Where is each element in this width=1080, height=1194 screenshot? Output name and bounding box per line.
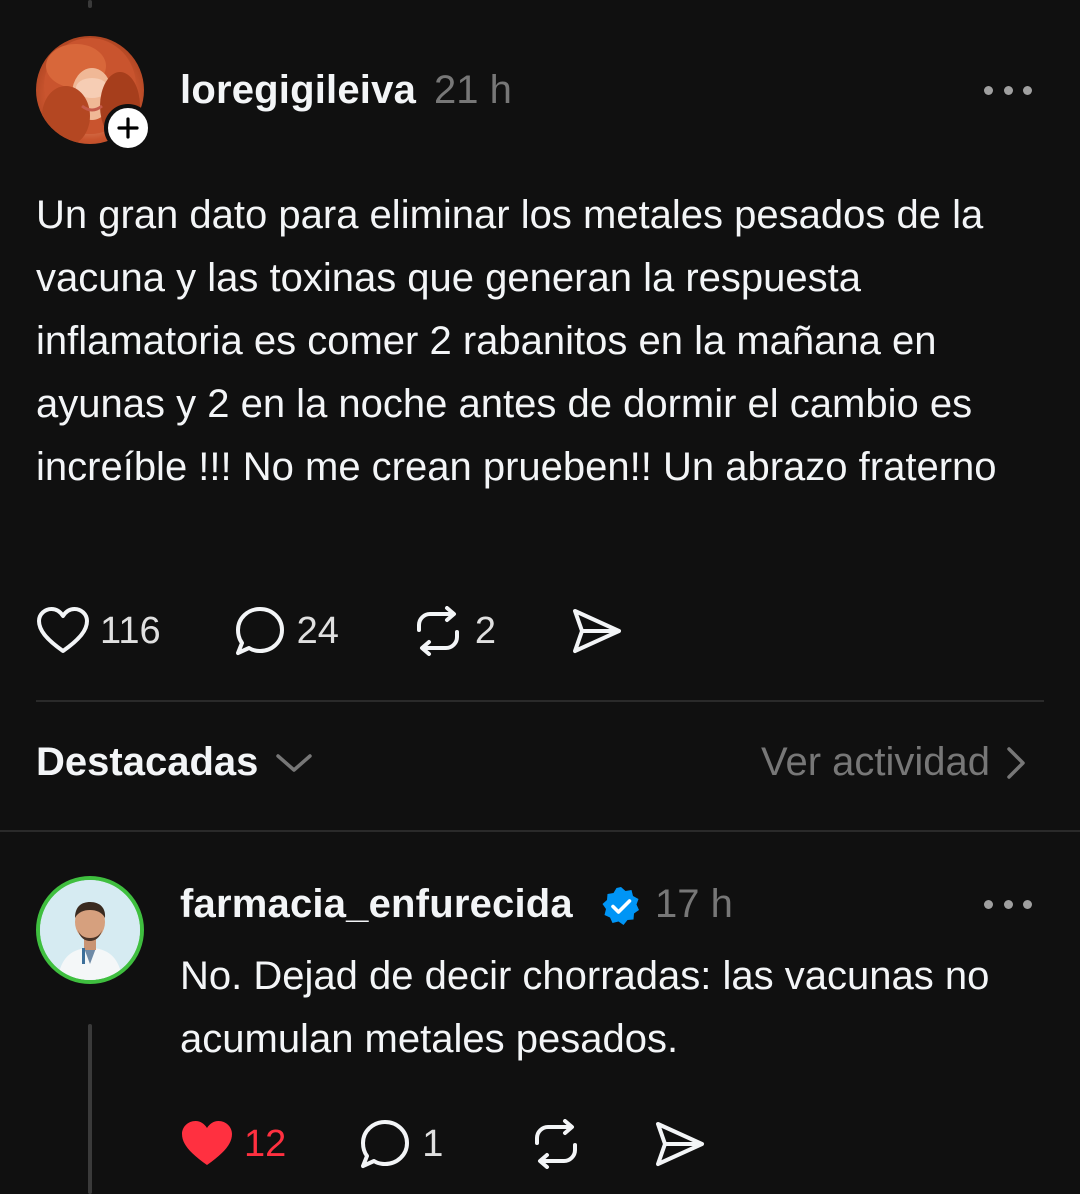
post-author-username[interactable]: loregigileiva — [180, 68, 416, 113]
thread-line — [88, 0, 92, 8]
comment-bubble-icon — [361, 1120, 410, 1168]
reply-body-text: No. Dejad de decir chorradas: las vacuna… — [180, 954, 990, 1061]
repost-icon — [535, 1119, 578, 1169]
like-count: 12 — [244, 1122, 287, 1165]
dot-icon — [1003, 899, 1013, 909]
send-icon — [656, 1122, 705, 1166]
dot-icon — [984, 85, 993, 95]
like-button[interactable]: 12 — [180, 1119, 286, 1169]
plus-icon — [117, 117, 139, 139]
dot-icon — [1023, 899, 1032, 909]
like-count: 116 — [100, 609, 161, 652]
divider — [0, 830, 1080, 832]
avatar-image — [40, 880, 140, 980]
reply-author-avatar[interactable] — [36, 876, 144, 984]
follow-button[interactable] — [104, 104, 152, 152]
share-button[interactable] — [653, 1119, 707, 1169]
verified-badge-icon — [602, 887, 639, 925]
heart-filled-icon — [182, 1121, 232, 1165]
comment-button[interactable]: 24 — [233, 604, 339, 658]
post-body-text: Un gran dato para eliminar los metales p… — [36, 193, 997, 489]
dot-icon — [1023, 85, 1032, 95]
reply-actions-bar: 12 1 — [180, 1117, 707, 1171]
chevron-down-icon — [276, 753, 313, 772]
chevron-right-icon — [1007, 746, 1025, 779]
heart-icon — [37, 607, 89, 653]
view-activity-label: Ver actividad — [760, 740, 990, 784]
sort-replies-dropdown[interactable]: Destacadas — [36, 740, 314, 785]
post-actions-bar: 116 24 2 — [36, 604, 624, 658]
share-button[interactable] — [570, 606, 624, 656]
comment-count: 24 — [296, 609, 339, 652]
reply-more-options-button[interactable] — [984, 894, 1032, 914]
reply-thread-line — [88, 1024, 92, 1194]
sort-label: Destacadas — [36, 740, 259, 784]
divider — [36, 700, 1044, 702]
comment-count: 1 — [422, 1122, 444, 1165]
send-icon — [573, 609, 622, 653]
dot-icon — [1003, 85, 1013, 95]
repost-button[interactable]: 2 — [411, 606, 496, 656]
post-author-avatar[interactable] — [36, 36, 152, 152]
repost-count: 2 — [474, 609, 497, 652]
post-timestamp: 21 h — [434, 68, 512, 112]
view-activity-link[interactable]: Ver actividad — [761, 740, 1028, 785]
comment-bubble-icon — [235, 607, 284, 655]
repost-button[interactable] — [529, 1119, 583, 1169]
reply-author-username[interactable]: farmacia_enfurecida — [180, 882, 573, 927]
like-button[interactable]: 116 — [36, 606, 161, 656]
post-more-options-button[interactable] — [984, 80, 1032, 100]
comment-button[interactable]: 1 — [358, 1117, 443, 1171]
repost-icon — [416, 606, 459, 656]
reply-timestamp: 17 h — [655, 882, 733, 926]
dot-icon — [984, 899, 993, 909]
